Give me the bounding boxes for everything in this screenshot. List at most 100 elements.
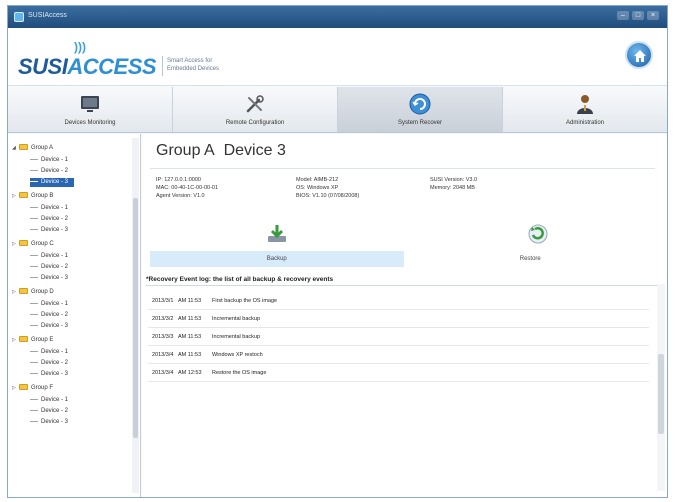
monitor-icon <box>81 96 99 112</box>
event-date: 2013/3/4 <box>152 352 174 358</box>
restore-tab[interactable]: Restore <box>403 251 657 267</box>
tab-administration[interactable]: Administration <box>503 87 667 132</box>
tree-device[interactable]: Device - 3 <box>30 226 68 235</box>
susi-version: SUSI Version: V3.0 <box>430 177 478 183</box>
tree-group-label: Group C <box>31 241 54 247</box>
tree-group-label: Group E <box>31 337 54 343</box>
event-row[interactable]: 2013/3/1 AM 11:53 First backup the OS im… <box>148 292 649 310</box>
tab-system-recover[interactable]: System Recover <box>338 87 503 132</box>
tree-group-e[interactable]: ▷ Group E <box>12 336 53 345</box>
tree-group-a[interactable]: ◢ Group A <box>12 144 53 153</box>
tree-device-label: Device - 2 <box>41 264 69 270</box>
agent-version: Agent Version: V1.0 <box>156 193 205 199</box>
tree-device-label: Device - 3 <box>41 371 69 377</box>
tree-device[interactable]: Device - 3 <box>30 274 68 283</box>
logo-text-susi: SUSI <box>18 54 68 79</box>
device-title: Group A Device 3 <box>156 142 286 160</box>
tree-device[interactable]: Device - 2 <box>30 167 68 176</box>
folder-icon <box>19 288 28 294</box>
tree-device-label: Device - 2 <box>41 312 69 318</box>
tree-device[interactable]: Device - 2 <box>30 215 68 224</box>
event-row[interactable]: 2013/3/4 AM 11:53 Windows XP restoch <box>148 346 649 364</box>
device-icon <box>30 274 38 278</box>
expand-arrow-icon[interactable]: ◢ <box>12 144 19 153</box>
tree-device[interactable]: Device - 1 <box>30 300 68 309</box>
device-icon <box>30 418 38 422</box>
tree-device[interactable]: Device - 2 <box>30 263 68 272</box>
device-os: OS: Windows XP <box>296 185 339 191</box>
event-list-scrollbar[interactable] <box>657 284 665 491</box>
event-time: AM 11:53 <box>178 352 202 358</box>
device-group-name: Group A <box>156 142 215 159</box>
tree-group-d[interactable]: ▷ Group D <box>12 288 54 297</box>
collapse-arrow-icon[interactable]: ▷ <box>12 240 19 249</box>
home-button[interactable] <box>625 41 653 69</box>
tree-group-f[interactable]: ▷ Group F <box>12 384 53 393</box>
device-detail-panel: Group A Device 3 IP: 127.0.0.1:0000 MAC:… <box>142 134 667 497</box>
tree-device[interactable]: Device - 1 <box>30 348 68 357</box>
tree-scroll-thumb[interactable] <box>133 198 138 438</box>
event-row[interactable]: 2013/3/2 AM 11:53 Incremental backup <box>148 310 649 328</box>
device-icon <box>30 178 38 182</box>
collapse-arrow-icon[interactable]: ▷ <box>12 288 19 297</box>
tree-group-label: Group D <box>31 289 54 295</box>
tree-device-label: Device - 3 <box>41 179 69 185</box>
tree-device[interactable]: Device - 1 <box>30 204 68 213</box>
title-bar[interactable]: SUSIAccess – □ × <box>8 6 667 28</box>
tree-device[interactable]: Device - 3 <box>30 322 68 331</box>
backup-tab[interactable]: Backup <box>150 251 404 267</box>
event-description: Incremental backup <box>212 334 260 340</box>
event-description: Restore the OS image <box>212 370 267 376</box>
folder-icon <box>19 336 28 342</box>
device-bios: BIOS: V1.10 (07/08/2008) <box>296 193 360 199</box>
window-title: SUSIAccess <box>28 12 67 19</box>
collapse-arrow-icon[interactable]: ▷ <box>12 384 19 393</box>
tree-device[interactable]: Device - 2 <box>30 311 68 320</box>
tree-device[interactable]: Device - 1 <box>30 156 68 165</box>
app-header: ))) SUSIACCESS Smart Access for Embedded… <box>8 28 667 86</box>
event-time: AM 11:53 <box>178 334 202 340</box>
device-icon <box>30 396 38 400</box>
event-description: First backup the OS image <box>212 298 278 304</box>
tree-device[interactable]: Device - 2 <box>30 359 68 368</box>
event-description: Incremental backup <box>212 316 260 322</box>
device-info-col-2: Model: AIMB-212 OS: Windows XP BIOS: V1.… <box>296 176 359 200</box>
tree-device[interactable]: Device - 1 <box>30 252 68 261</box>
backup-icon[interactable] <box>265 222 289 246</box>
action-tabs: Backup Restore <box>150 251 657 267</box>
tree-device[interactable]: Device - 3 <box>30 370 68 379</box>
device-icon <box>30 204 38 208</box>
tree-group-c[interactable]: ▷ Group C <box>12 240 54 249</box>
minimize-icon[interactable]: – <box>617 11 629 20</box>
tree-group-b[interactable]: ▷ Group B <box>12 192 53 201</box>
collapse-arrow-icon[interactable]: ▷ <box>12 192 19 201</box>
device-tree: ◢ Group A Device - 1 Device - 2 Device - … <box>8 134 141 497</box>
event-time: AM 11:53 <box>178 316 202 322</box>
restore-icon[interactable] <box>526 222 550 246</box>
tree-device[interactable]: Device - 2 <box>30 407 68 416</box>
event-list-scroll-thumb[interactable] <box>658 354 664 434</box>
recovery-event-list: 2013/3/1 AM 11:53 First backup the OS im… <box>148 292 649 382</box>
tree-device[interactable]: Device - 3 <box>30 418 68 427</box>
device-icon <box>30 370 38 374</box>
collapse-arrow-icon[interactable]: ▷ <box>12 336 19 345</box>
device-icon <box>30 252 38 256</box>
tab-label: System Recover <box>397 120 442 126</box>
tree-device-selected[interactable]: Device - 3 <box>30 178 75 187</box>
folder-icon <box>19 240 28 246</box>
device-icon <box>30 407 38 411</box>
event-row[interactable]: 2013/3/4 AM 12:53 Restore the OS image <box>148 364 649 382</box>
tab-label: Administration <box>565 120 604 126</box>
tree-scrollbar[interactable] <box>132 138 139 493</box>
app-icon <box>14 12 24 22</box>
device-icon <box>30 300 38 304</box>
maximize-icon[interactable]: □ <box>632 11 644 20</box>
device-icon <box>30 215 38 219</box>
event-row[interactable]: 2013/3/3 AM 11:53 Incremental backup <box>148 328 649 346</box>
tab-remote-configuration[interactable]: Remote Configuration <box>173 87 338 132</box>
tab-devices-monitoring[interactable]: Devices Monitoring <box>8 87 173 132</box>
tagline: Smart Access for Embedded Devices <box>167 57 219 73</box>
tree-device[interactable]: Device - 1 <box>30 396 68 405</box>
tree-device-label: Device - 3 <box>41 323 69 329</box>
close-icon[interactable]: × <box>647 11 659 20</box>
